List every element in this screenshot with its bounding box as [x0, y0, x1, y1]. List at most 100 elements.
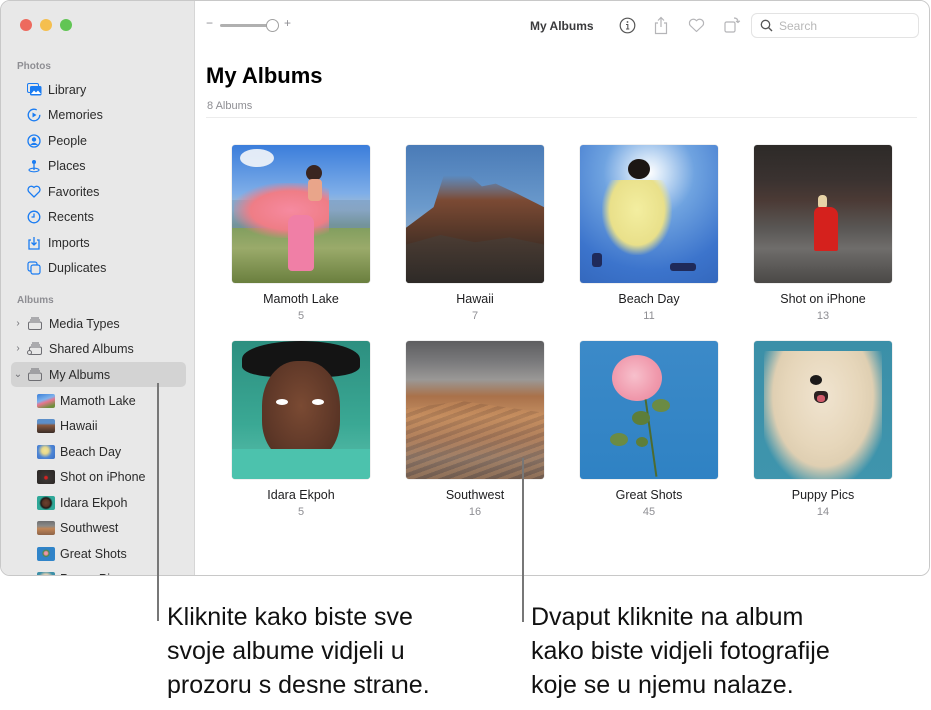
album-photo-count: 13: [816, 310, 830, 322]
sidebar-item-label: Hawaii: [60, 418, 98, 433]
callout-open-album: Dvaput kliknite na album kako biste vidj…: [531, 600, 830, 702]
album-photo-count: 11: [643, 310, 655, 322]
sidebar-album-mamoth-lake[interactable]: Mamoth Lake: [11, 388, 186, 413]
heart-icon: [26, 184, 42, 200]
callout-line-right: [522, 458, 524, 622]
sidebar-item-imports[interactable]: Imports: [11, 230, 186, 255]
import-icon: [26, 235, 42, 251]
callout-line-text: prozoru s desne strane.: [167, 671, 430, 699]
people-icon: [26, 133, 42, 149]
album-cover[interactable]: [580, 145, 718, 283]
sidebar-item-people[interactable]: People: [11, 128, 186, 153]
chevron-down-icon[interactable]: ⌄: [13, 369, 23, 380]
zoom-in-label[interactable]: +: [284, 16, 291, 30]
sidebar-item-label: Shot on iPhone: [60, 469, 146, 484]
sidebar-item-memories[interactable]: Memories: [11, 102, 186, 127]
album-tile-mamoth-lake[interactable]: Mamoth Lake 5: [232, 145, 370, 322]
section-label-albums: Albums: [17, 295, 54, 306]
sidebar-item-library[interactable]: Library: [11, 77, 186, 102]
album-cover[interactable]: [232, 341, 370, 479]
toolbar: − + My Albums: [196, 1, 929, 51]
sidebar-item-label: Memories: [48, 107, 103, 122]
callout-line-text: Kliknite kako biste sve: [167, 603, 413, 631]
callout-sidebar-albums: Kliknite kako biste sve svoje albume vid…: [167, 600, 430, 702]
places-icon: [26, 158, 42, 174]
sidebar-item-shared-albums[interactable]: › Shared Albums: [11, 336, 186, 361]
album-cover[interactable]: [754, 145, 892, 283]
sidebar-item-label: Media Types: [49, 316, 120, 331]
album-tile-idara-ekpoh[interactable]: Idara Ekpoh 5: [232, 341, 370, 518]
page-title: My Albums: [206, 63, 323, 88]
sidebar-album-puppy-pics[interactable]: Puppy Pics: [11, 566, 186, 576]
zoom-slider-knob[interactable]: [266, 19, 279, 32]
sidebar-item-label: Great Shots: [60, 546, 127, 561]
duplicates-icon: [26, 260, 42, 276]
sidebar-item-label: Puppy Pics: [60, 572, 123, 576]
sidebar-item-label: Southwest: [60, 520, 119, 535]
sidebar: Photos Library Memories People Places Fa…: [1, 1, 195, 575]
sidebar-item-my-albums[interactable]: ⌄ My Albums: [11, 362, 186, 387]
sidebar-album-beach-day[interactable]: Beach Day: [11, 439, 186, 464]
sidebar-item-label: Imports: [48, 235, 90, 250]
album-name: Great Shots: [615, 488, 683, 502]
album-tile-puppy-pics[interactable]: Puppy Pics 14: [754, 341, 892, 518]
album-folder-icon: [27, 368, 43, 381]
album-tile-shot-on-iphone[interactable]: Shot on iPhone 13: [754, 145, 892, 322]
album-count: 8 Albums: [207, 100, 253, 112]
favorite-heart-icon[interactable]: [686, 15, 706, 35]
sidebar-item-duplicates[interactable]: Duplicates: [11, 255, 186, 280]
album-cover[interactable]: [232, 145, 370, 283]
album-tile-hawaii[interactable]: Hawaii 7: [406, 145, 544, 322]
sidebar-item-places[interactable]: Places: [11, 153, 186, 178]
sidebar-album-hawaii[interactable]: Hawaii: [11, 413, 186, 438]
search-input[interactable]: [779, 18, 909, 33]
callout-line-text: svoje albume vidjeli u: [167, 637, 405, 665]
sidebar-item-label: Duplicates: [48, 260, 107, 275]
zoom-slider-track[interactable]: [220, 24, 272, 27]
chevron-right-icon[interactable]: ›: [13, 343, 23, 354]
sidebar-album-great-shots[interactable]: Great Shots: [11, 541, 186, 566]
sidebar-item-media-types[interactable]: › Media Types: [11, 311, 186, 336]
window-controls: [20, 19, 72, 31]
sidebar-item-label: Idara Ekpoh: [60, 495, 128, 510]
album-tile-great-shots[interactable]: Great Shots 45: [580, 341, 718, 518]
callout-line-text: kako biste vidjeli fotografije: [531, 637, 830, 665]
sidebar-item-recents[interactable]: Recents: [11, 204, 186, 229]
sidebar-album-shot-on-iphone[interactable]: Shot on iPhone: [11, 464, 186, 489]
rotate-icon[interactable]: [722, 15, 742, 35]
sidebar-item-label: Mamoth Lake: [60, 393, 136, 408]
minimize-button[interactable]: [40, 19, 52, 31]
album-cover[interactable]: [754, 341, 892, 479]
toolbar-title: My Albums: [530, 19, 594, 33]
photos-window: Photos Library Memories People Places Fa…: [0, 0, 930, 576]
album-thumbnail: [37, 444, 55, 459]
close-button[interactable]: [20, 19, 32, 31]
main-content: − + My Albums My: [196, 1, 929, 575]
album-name: Mamoth Lake: [263, 292, 339, 306]
sidebar-item-favorites[interactable]: Favorites: [11, 179, 186, 204]
album-thumbnail: [37, 469, 55, 484]
album-cover[interactable]: [406, 145, 544, 283]
album-name: Shot on iPhone: [780, 292, 866, 306]
album-thumbnail: [37, 571, 55, 575]
search-field[interactable]: [751, 13, 919, 38]
info-icon[interactable]: [617, 15, 637, 35]
share-icon[interactable]: [651, 15, 671, 35]
sidebar-item-label: Beach Day: [60, 444, 122, 459]
section-label-photos: Photos: [17, 61, 51, 72]
album-cover[interactable]: [580, 341, 718, 479]
sidebar-album-southwest[interactable]: Southwest: [11, 515, 186, 540]
zoom-button[interactable]: [60, 19, 72, 31]
zoom-out-label[interactable]: −: [206, 16, 213, 30]
sidebar-item-label: Recents: [48, 209, 94, 224]
shared-album-icon: [27, 342, 43, 355]
album-photo-count: 7: [471, 310, 479, 322]
album-tile-beach-day[interactable]: Beach Day 11: [580, 145, 718, 322]
chevron-right-icon[interactable]: ›: [13, 318, 23, 329]
album-thumbnail: [37, 546, 55, 561]
sidebar-album-idara-ekpoh[interactable]: Idara Ekpoh: [11, 490, 186, 515]
callout-line-left: [157, 383, 159, 621]
sidebar-item-label: Places: [48, 158, 86, 173]
album-thumbnail: [37, 418, 55, 433]
callout-line-text: Dvaput kliknite na album: [531, 603, 804, 631]
